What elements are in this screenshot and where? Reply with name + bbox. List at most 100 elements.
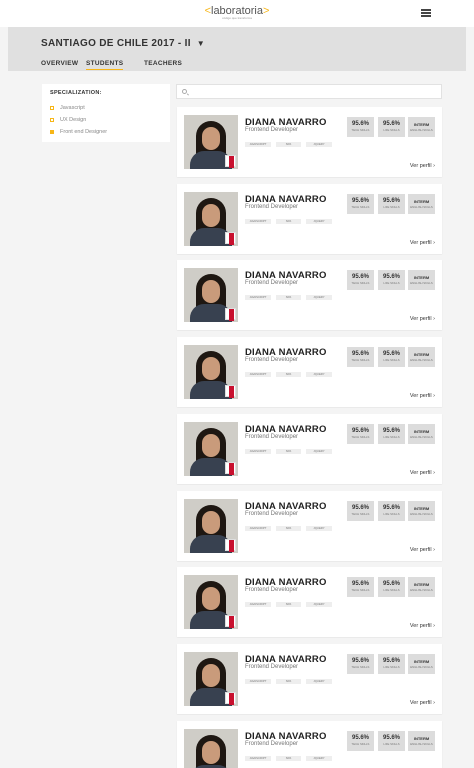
skill-tag: SPA: [276, 372, 301, 378]
life-skills-badge: 95.6% LIFE SKILLS: [378, 193, 405, 214]
student-card: DIANA NAVARRO Frontend Developer JAVASCRIP…: [177, 720, 442, 768]
student-photo: [184, 498, 238, 553]
skill-tag: SPA: [276, 602, 301, 608]
student-photo: [184, 575, 238, 630]
english-skills-badge: INTERM ENGLISH SKILLS: [408, 653, 435, 674]
view-profile-link[interactable]: Ver perfil ›: [410, 316, 435, 322]
caret-down-icon: ▼: [196, 39, 206, 48]
checkbox-checked-icon[interactable]: [50, 129, 54, 134]
student-photo: [184, 421, 238, 476]
life-skills-label: LIFE SKILLS: [383, 358, 400, 363]
skill-tag: JQUERY: [306, 218, 332, 224]
life-skills-value: 95.6%: [382, 197, 400, 204]
skill-tag: JQUERY: [306, 448, 332, 454]
life-skills-label: LIFE SKILLS: [383, 588, 400, 593]
student-role: Frontend Developer: [245, 663, 299, 670]
life-skills-value: 95.6%: [382, 427, 400, 434]
english-skills-label: ENGLISH SKILLS: [410, 588, 433, 593]
skill-tag: SPA: [276, 295, 301, 301]
student-photo: [184, 191, 238, 246]
view-profile-link[interactable]: Ver perfil ›: [410, 393, 435, 399]
tech-skills-badge: 95.6% TECH SKILLS: [347, 730, 374, 751]
search-bar[interactable]: [176, 84, 442, 99]
search-input[interactable]: [192, 87, 432, 97]
skill-tag: JQUERY: [306, 525, 332, 531]
checkbox-icon[interactable]: [50, 117, 54, 122]
skill-tag: JQUERY: [306, 295, 332, 301]
life-skills-badge: 95.6% LIFE SKILLS: [378, 577, 405, 598]
life-skills-badge: 95.6% LIFE SKILLS: [378, 653, 405, 674]
tech-skills-label: TECH SKILLS: [351, 128, 370, 132]
student-photo: [184, 345, 238, 400]
life-skills-badge: 95.6% LIFE SKILLS: [378, 500, 405, 521]
filter-option-ux-design[interactable]: UX Design: [50, 117, 86, 123]
english-skills-badge: INTERM ENGLISH SKILLS: [408, 423, 435, 444]
filter-option-javascript[interactable]: Javascript: [50, 105, 85, 111]
cohort-header: SANTIAGO DE CHILE 2017 - II ▼ OVERVIEW ST…: [8, 27, 466, 71]
filter-option-front-end-designer[interactable]: Front end Designer: [50, 129, 107, 135]
student-card: DIANA NAVARRO Frontend Developer JAVASCRIP…: [177, 490, 442, 561]
skill-tag: SPA: [276, 142, 301, 147]
checkbox-icon[interactable]: [50, 105, 54, 110]
cohort-title: SANTIAGO DE CHILE 2017 - II: [41, 38, 191, 49]
view-profile-link[interactable]: Ver perfil ›: [410, 163, 435, 169]
english-skills-label: ENGLISH SKILLS: [410, 358, 433, 363]
english-skills-label: ENGLISH SKILLS: [410, 741, 433, 746]
student-role: Frontend Developer: [245, 587, 299, 594]
skill-tag: JAVASCRIPT: [245, 295, 271, 301]
student-role: Frontend Developer: [245, 510, 299, 517]
logo-tagline: código que transforma: [222, 16, 252, 20]
student-card: DIANA NAVARRO Frontend Developer JAVASCRIP…: [177, 260, 442, 331]
tech-skills-badge: 95.6% TECH SKILLS: [347, 500, 374, 521]
skill-tag: SPA: [276, 218, 301, 224]
student-photo: [184, 115, 238, 169]
life-skills-value: 95.6%: [382, 274, 400, 281]
skill-tag: SPA: [276, 755, 301, 761]
skill-tag: JQUERY: [306, 755, 332, 761]
life-skills-label: LIFE SKILLS: [383, 128, 400, 132]
life-skills-value: 95.6%: [382, 351, 400, 358]
view-profile-link[interactable]: Ver perfil ›: [410, 623, 435, 629]
life-skills-value: 95.6%: [382, 734, 400, 741]
tech-skills-badge: 95.6% TECH SKILLS: [347, 653, 374, 674]
student-role: Frontend Developer: [245, 740, 299, 747]
menu-icon[interactable]: [421, 9, 431, 17]
student-card: DIANA NAVARRO Frontend Developer JAVASCRIP…: [177, 337, 442, 408]
chile-flag-icon: [225, 308, 236, 322]
tech-skills-value: 95.6%: [351, 504, 369, 511]
filter-option-label: Javascript: [60, 105, 85, 111]
view-profile-link[interactable]: Ver perfil ›: [410, 700, 435, 706]
tech-skills-label: TECH SKILLS: [351, 664, 370, 669]
english-skills-label: ENGLISH SKILLS: [410, 434, 433, 439]
view-profile-link[interactable]: Ver perfil ›: [410, 240, 435, 246]
life-skills-label: LIFE SKILLS: [383, 511, 400, 516]
skill-tag: JAVASCRIPT: [245, 448, 271, 454]
student-role: Frontend Developer: [245, 203, 299, 210]
tech-skills-badge: 95.6% TECH SKILLS: [347, 270, 374, 291]
tech-skills-value: 95.6%: [351, 657, 369, 664]
tech-skills-value: 95.6%: [351, 274, 369, 281]
student-role: Frontend Developer: [245, 433, 299, 440]
student-role: Frontend Developer: [245, 280, 299, 287]
tech-skills-badge: 95.6% TECH SKILLS: [347, 117, 374, 137]
life-skills-badge: 95.6% LIFE SKILLS: [378, 117, 405, 137]
view-profile-link[interactable]: Ver perfil ›: [410, 547, 435, 553]
view-profile-link[interactable]: Ver perfil ›: [410, 470, 435, 476]
skill-tag: JAVASCRIPT: [245, 372, 271, 378]
cohort-selector[interactable]: SANTIAGO DE CHILE 2017 - II ▼: [41, 38, 205, 49]
skill-tag: JAVASCRIPT: [245, 218, 271, 224]
tech-skills-label: TECH SKILLS: [351, 588, 370, 593]
filter-option-label: Front end Designer: [60, 129, 108, 135]
chile-flag-icon: [225, 231, 236, 245]
life-skills-value: 95.6%: [382, 504, 400, 511]
life-skills-value: 95.6%: [382, 581, 400, 588]
tab-students[interactable]: STUDENTS: [86, 60, 124, 70]
life-skills-badge: 95.6% LIFE SKILLS: [378, 270, 405, 291]
life-skills-label: LIFE SKILLS: [383, 741, 400, 746]
student-photo: [184, 728, 238, 768]
tab-overview[interactable]: OVERVIEW: [41, 60, 78, 70]
tech-skills-value: 95.6%: [351, 427, 369, 434]
life-skills-label: LIFE SKILLS: [383, 204, 400, 209]
tab-teachers[interactable]: TEACHERS: [144, 60, 182, 70]
tech-skills-badge: 95.6% TECH SKILLS: [347, 423, 374, 444]
